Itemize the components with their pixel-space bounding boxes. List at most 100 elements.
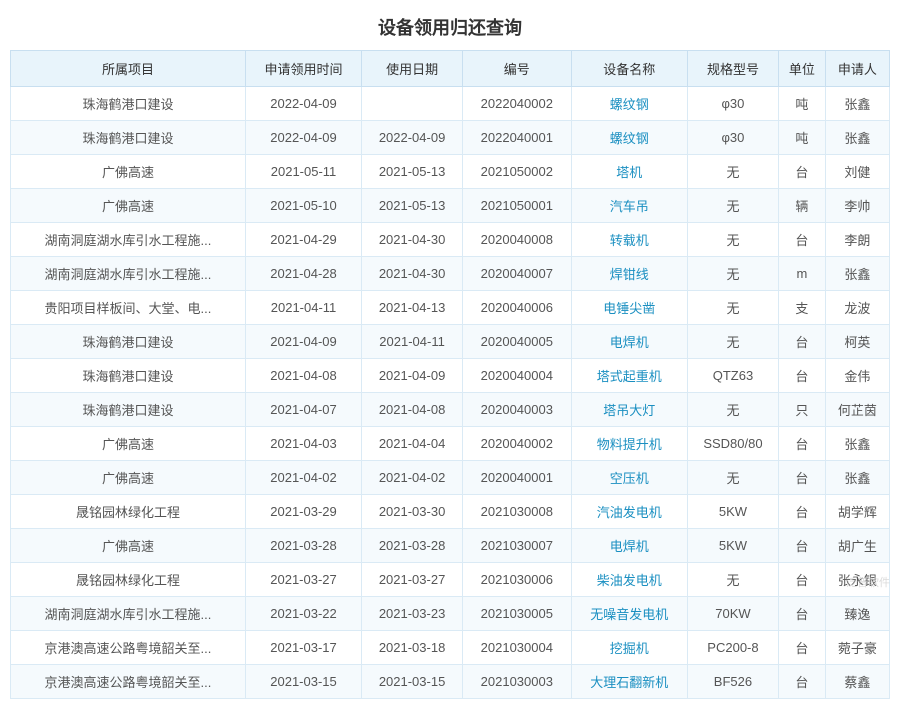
table-cell: 张鑫 (825, 257, 889, 291)
column-header: 使用日期 (362, 51, 463, 87)
table-row: 广佛高速2021-05-102021-05-132021050001汽车吊无辆李… (11, 189, 890, 223)
table-wrapper: 所属项目申请领用时间使用日期编号设备名称规格型号单位申请人 珠海鹤港口建设202… (0, 50, 900, 709)
table-cell: 2020040004 (463, 359, 572, 393)
table-cell: 2021-04-02 (362, 461, 463, 495)
page-title: 设备领用归还查询 (0, 0, 900, 50)
table-cell: 柯英 (825, 325, 889, 359)
table-cell: 晟铭园林绿化工程 (11, 495, 246, 529)
table-cell: 2020040003 (463, 393, 572, 427)
table-cell: 2021050002 (463, 155, 572, 189)
table-cell: 台 (779, 563, 826, 597)
table-cell[interactable]: 电锤尖凿 (571, 291, 687, 325)
table-cell: 2021-04-08 (362, 393, 463, 427)
table-cell: 胡广生 (825, 529, 889, 563)
table-cell: 张鑫 (825, 121, 889, 155)
table-cell: 2021-03-18 (362, 631, 463, 665)
table-cell: 2021-03-28 (362, 529, 463, 563)
table-cell: 2021030003 (463, 665, 572, 699)
table-cell[interactable]: 电焊机 (571, 325, 687, 359)
table-cell: SSD80/80 (687, 427, 778, 461)
table-row: 贵阳项目样板间、大堂、电...2021-04-112021-04-1320200… (11, 291, 890, 325)
table-cell: 2021050001 (463, 189, 572, 223)
table-cell: 吨 (779, 87, 826, 121)
table-cell[interactable]: 转载机 (571, 223, 687, 257)
table-cell: 2021-04-02 (245, 461, 361, 495)
table-cell: 无 (687, 563, 778, 597)
table-cell: 无 (687, 257, 778, 291)
table-cell: 2020040007 (463, 257, 572, 291)
table-cell[interactable]: 挖掘机 (571, 631, 687, 665)
table-cell: 2021-05-13 (362, 155, 463, 189)
table-cell: 无 (687, 461, 778, 495)
table-cell[interactable]: 大理石翻新机 (571, 665, 687, 699)
table-cell: 广佛高速 (11, 189, 246, 223)
table-cell[interactable]: 螺纹钢 (571, 121, 687, 155)
main-table: 所属项目申请领用时间使用日期编号设备名称规格型号单位申请人 珠海鹤港口建设202… (10, 50, 890, 699)
table-cell: 台 (779, 631, 826, 665)
table-cell: 2021030004 (463, 631, 572, 665)
table-cell: 2020040001 (463, 461, 572, 495)
table-cell: 珠海鹤港口建设 (11, 121, 246, 155)
table-cell: BF526 (687, 665, 778, 699)
table-header-row: 所属项目申请领用时间使用日期编号设备名称规格型号单位申请人 (11, 51, 890, 87)
table-cell: 2021-04-03 (245, 427, 361, 461)
table-cell: 2021-04-08 (245, 359, 361, 393)
table-cell: 张鑫 (825, 427, 889, 461)
table-cell[interactable]: 柴油发电机 (571, 563, 687, 597)
table-cell: 2021-05-10 (245, 189, 361, 223)
table-cell[interactable]: 汽油发电机 (571, 495, 687, 529)
table-cell: 台 (779, 461, 826, 495)
table-row: 广佛高速2021-04-032021-04-042020040002物料提升机S… (11, 427, 890, 461)
table-cell: 珠海鹤港口建设 (11, 87, 246, 121)
column-header: 申请人 (825, 51, 889, 87)
table-cell: 2021-04-29 (245, 223, 361, 257)
table-cell: 2021-03-30 (362, 495, 463, 529)
table-cell[interactable]: 螺纹钢 (571, 87, 687, 121)
table-cell: 2021030008 (463, 495, 572, 529)
table-cell: 龙波 (825, 291, 889, 325)
column-header: 单位 (779, 51, 826, 87)
table-cell: 2021-04-13 (362, 291, 463, 325)
table-cell: 湖南洞庭湖水库引水工程施... (11, 257, 246, 291)
table-row: 湖南洞庭湖水库引水工程施...2021-03-222021-03-2320210… (11, 597, 890, 631)
table-row: 珠海鹤港口建设2021-04-072021-04-082020040003塔吊大… (11, 393, 890, 427)
table-cell: 无 (687, 325, 778, 359)
column-header: 申请领用时间 (245, 51, 361, 87)
table-cell: 2021-03-23 (362, 597, 463, 631)
table-cell: 蔡鑫 (825, 665, 889, 699)
table-cell: 2021-03-29 (245, 495, 361, 529)
table-cell[interactable]: 电焊机 (571, 529, 687, 563)
table-cell: 2021-03-15 (245, 665, 361, 699)
table-cell[interactable]: 物料提升机 (571, 427, 687, 461)
table-cell: 台 (779, 359, 826, 393)
table-cell: 台 (779, 325, 826, 359)
table-cell[interactable]: 汽车吊 (571, 189, 687, 223)
table-cell[interactable]: 塔吊大灯 (571, 393, 687, 427)
table-cell: 2021-04-07 (245, 393, 361, 427)
table-cell: φ30 (687, 87, 778, 121)
table-cell: 台 (779, 223, 826, 257)
table-cell: 胡学辉 (825, 495, 889, 529)
table-cell: 2021030006 (463, 563, 572, 597)
table-cell[interactable]: 无噪音发电机 (571, 597, 687, 631)
table-cell: 2022040002 (463, 87, 572, 121)
table-cell: 2021030005 (463, 597, 572, 631)
table-cell: 京港澳高速公路粤境韶关至... (11, 665, 246, 699)
table-cell: 何芷茵 (825, 393, 889, 427)
table-cell: 广佛高速 (11, 529, 246, 563)
table-cell[interactable]: 塔式起重机 (571, 359, 687, 393)
table-cell: 2021-03-15 (362, 665, 463, 699)
table-row: 湖南洞庭湖水库引水工程施...2021-04-292021-04-3020200… (11, 223, 890, 257)
table-cell: 2021-04-09 (245, 325, 361, 359)
table-cell[interactable]: 焊钳线 (571, 257, 687, 291)
table-cell: 广佛高速 (11, 155, 246, 189)
table-cell: 2022040001 (463, 121, 572, 155)
table-cell: 无 (687, 291, 778, 325)
table-cell: m (779, 257, 826, 291)
table-cell: φ30 (687, 121, 778, 155)
table-cell[interactable]: 空压机 (571, 461, 687, 495)
table-cell[interactable]: 塔机 (571, 155, 687, 189)
table-cell: 2021-04-04 (362, 427, 463, 461)
table-cell: 张鑫 (825, 461, 889, 495)
table-cell: 广佛高速 (11, 427, 246, 461)
